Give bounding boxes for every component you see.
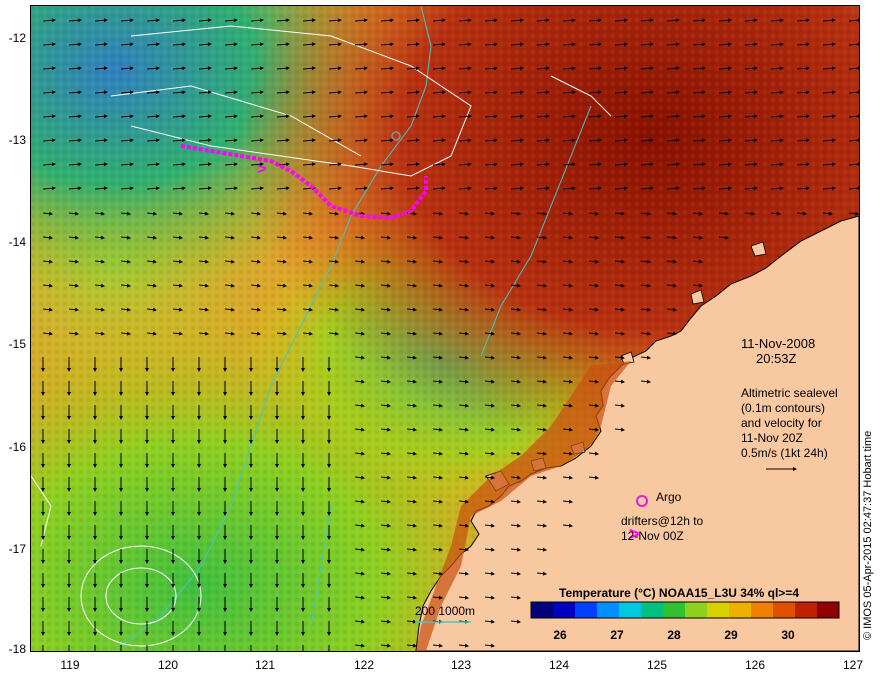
- colorbar-tick-29: 29: [724, 628, 738, 642]
- x-tick-126: 126: [744, 658, 766, 672]
- x-tick-120: 120: [157, 658, 179, 672]
- y-tick--13: -13: [8, 133, 26, 147]
- altimetry-line-4: 11-Nov 20Z: [741, 431, 803, 445]
- altimetry-line-1: Altimetric sealevel: [741, 386, 838, 400]
- colorbar-swatch: [685, 602, 708, 618]
- x-tick-127: 127: [842, 658, 864, 672]
- sst-map[interactable]: > > 11-Nov-2008 20:53Z Altimetric sealev…: [30, 5, 860, 652]
- x-tick-123: 123: [450, 658, 472, 672]
- y-tick--18: -18: [8, 642, 26, 656]
- colorbar-swatch: [663, 602, 686, 618]
- map-canvas: > >: [31, 6, 859, 651]
- colorbar-swatch: [641, 602, 664, 618]
- colorbar: [530, 601, 840, 619]
- y-tick--12: -12: [8, 31, 26, 45]
- x-tick-124: 124: [548, 658, 570, 672]
- altimetry-line-5: 0.5m/s (1kt 24h): [741, 446, 828, 460]
- altimetry-line-3: and velocity for: [741, 416, 822, 430]
- colorbar-swatch: [707, 602, 730, 618]
- colorbar-swatch: [773, 602, 796, 618]
- x-tick-121: 121: [254, 658, 276, 672]
- colorbar-swatch: [817, 602, 840, 618]
- colorbar-swatch: [597, 602, 620, 618]
- colorbar-title: Temperature (°C) NOAA15_L3U 34% ql>=4: [559, 586, 799, 600]
- colorbar-swatch: [553, 602, 576, 618]
- drifter-marker-on-map: >: [257, 161, 266, 178]
- colorbar-tick-27: 27: [610, 628, 624, 642]
- colorbar-swatch: [619, 602, 642, 618]
- x-tick-125: 125: [646, 658, 668, 672]
- colorbar-swatch: [751, 602, 774, 618]
- y-tick--15: -15: [8, 337, 26, 351]
- colorbar-swatch: [575, 602, 598, 618]
- x-tick-119: 119: [60, 658, 80, 672]
- colorbar-swatch: [795, 602, 818, 618]
- colorbar-tick-30: 30: [781, 628, 795, 642]
- colorbar-tick-28: 28: [667, 628, 681, 642]
- colorbar-swatch: [531, 602, 554, 618]
- depth-legend-label: 200 1000m: [415, 604, 476, 618]
- map-date: 11-Nov-2008: [741, 336, 816, 351]
- drifters-legend-line-2: 12-Nov 00Z: [621, 529, 684, 543]
- colorbar-tick-26: 26: [553, 628, 567, 642]
- y-tick--17: -17: [8, 542, 26, 556]
- imos-watermark: © IMOS 05-Apr-2015 02:47:37 Hobart time: [862, 430, 874, 640]
- y-tick--14: -14: [8, 235, 26, 249]
- x-tick-122: 122: [353, 658, 375, 672]
- y-tick--16: -16: [8, 440, 26, 454]
- drifters-legend-line-1: drifters@12h to: [621, 514, 704, 528]
- altimetry-line-2: (0.1m contours): [741, 401, 826, 415]
- map-time: 20:53Z: [756, 351, 797, 366]
- colorbar-swatch: [729, 602, 752, 618]
- argo-legend-label: Argo: [656, 490, 682, 504]
